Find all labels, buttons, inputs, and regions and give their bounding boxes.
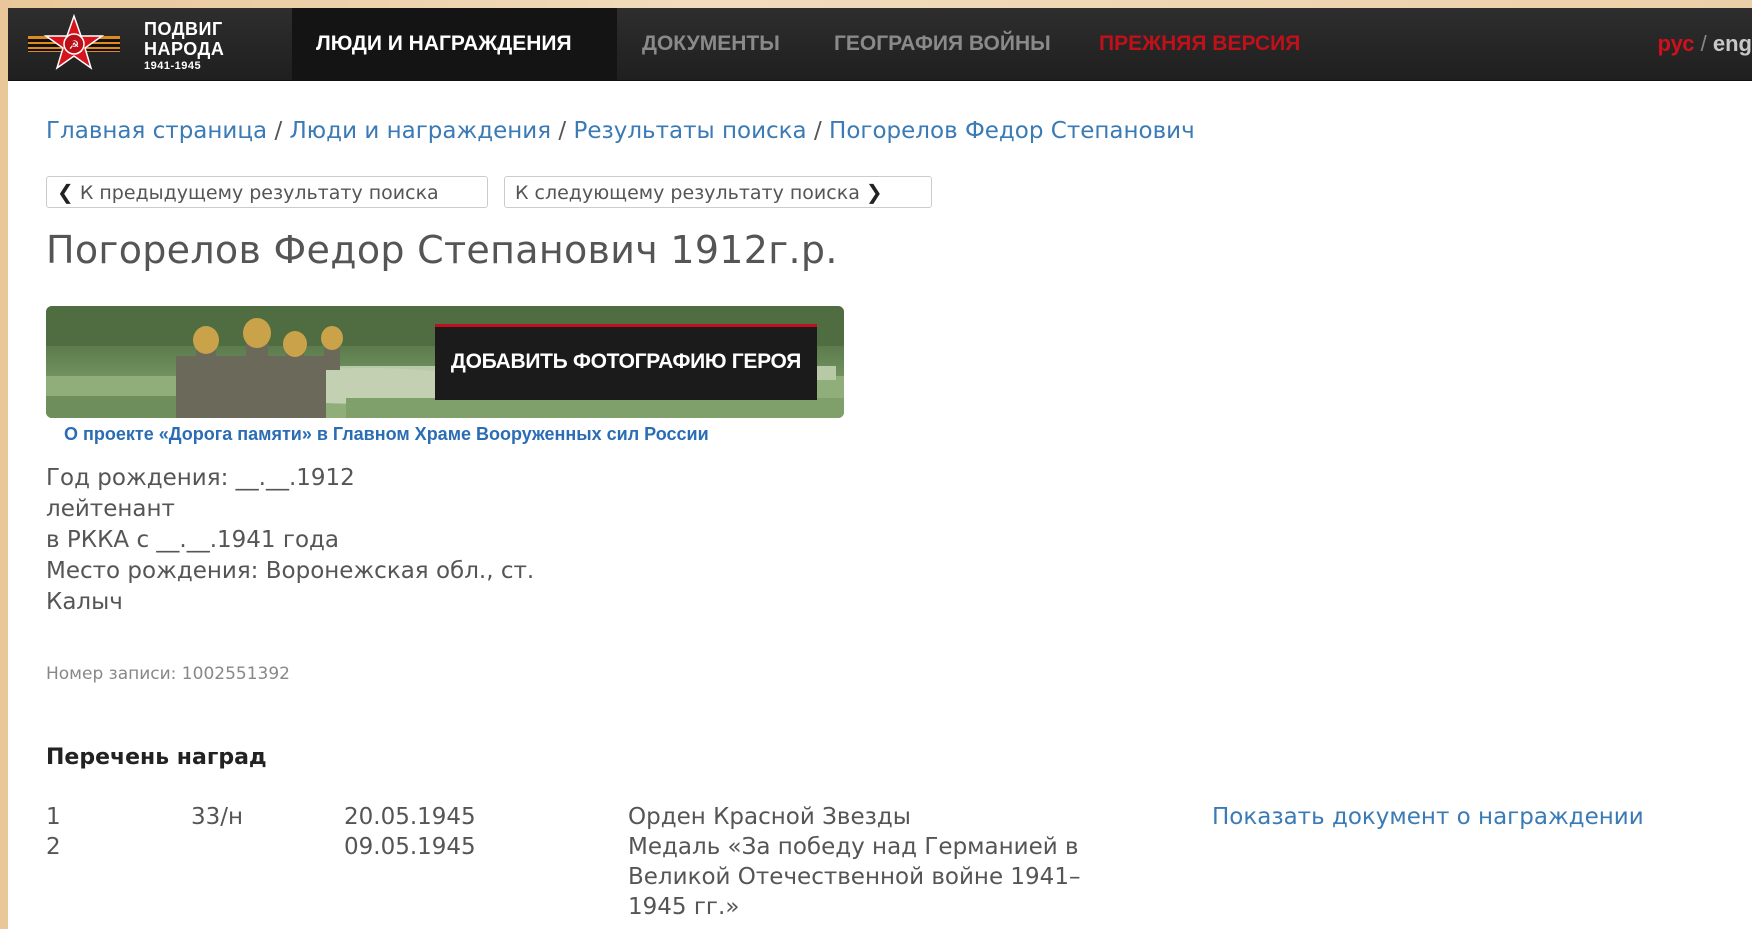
- nav-documents[interactable]: ДОКУМЕНТЫ: [642, 8, 780, 80]
- breadcrumb-results[interactable]: Результаты поиска: [573, 118, 806, 144]
- rkka-since: в РККА с __.__.1941 года: [46, 527, 340, 553]
- breadcrumb-people[interactable]: Люди и награждения: [290, 118, 552, 144]
- next-result-button[interactable]: К следующему результату поиска ❯: [504, 176, 932, 208]
- award-document-id: 33/н: [191, 804, 244, 830]
- breadcrumb-separator: /: [267, 118, 290, 144]
- breadcrumb-current[interactable]: Погорелов Федор Степанович: [829, 118, 1195, 144]
- record-number: Номер записи: 1002551392: [46, 664, 290, 684]
- award-number: 1: [46, 804, 61, 830]
- page-frame: ☭ ПОДВИГ НАРОДА 1941-1945 ЛЮДИ И НАГРАЖД…: [8, 8, 1752, 929]
- award-date: 09.05.1945: [344, 834, 476, 860]
- language-switcher: рус / eng: [1657, 8, 1752, 80]
- birth-year: Год рождения: __.__.1912: [46, 465, 355, 491]
- birth-place-line-2: Калыч: [46, 589, 123, 615]
- rank: лейтенант: [46, 496, 175, 522]
- awards-heading: Перечень наград: [46, 745, 267, 770]
- chevron-left-icon: ❮: [57, 180, 74, 204]
- person-info: Год рождения: __.__.1912 лейтенант в РКК…: [46, 463, 534, 618]
- show-award-document-link[interactable]: Показать документ о награждении: [1212, 802, 1644, 832]
- road-of-memory-link[interactable]: О проекте «Дорога памяти» в Главном Храм…: [64, 424, 709, 445]
- breadcrumb-home[interactable]: Главная страница: [46, 118, 267, 144]
- next-result-label: К следующему результату поиска: [515, 182, 860, 204]
- lang-en-link[interactable]: eng: [1713, 31, 1752, 56]
- logo-line-2: НАРОДА: [144, 39, 225, 59]
- add-photo-button[interactable]: ДОБАВИТЬ ФОТОГРАФИЮ ГЕРОЯ: [435, 324, 817, 400]
- breadcrumb-separator: /: [551, 118, 574, 144]
- person-title: Погорелов Федор Степанович 1912г.р.: [46, 228, 838, 272]
- top-navbar: ☭ ПОДВИГ НАРОДА 1941-1945 ЛЮДИ И НАГРАЖД…: [8, 8, 1752, 81]
- chevron-right-icon: ❯: [865, 180, 883, 204]
- prev-result-button[interactable]: ❮ К предыдущему результату поиска: [46, 176, 488, 208]
- star-ribbon-emblem-icon: ☭: [28, 14, 120, 70]
- award-name: Медаль «За победу над Германией в Велико…: [628, 834, 1081, 920]
- prev-result-label: К предыдущему результату поиска: [79, 182, 439, 204]
- birth-place-line-1: Место рождения: Воронежская обл., ст.: [46, 558, 535, 584]
- site-logo[interactable]: ☭ ПОДВИГ НАРОДА 1941-1945: [22, 12, 254, 76]
- add-photo-banner[interactable]: ДОБАВИТЬ ФОТОГРАФИЮ ГЕРОЯ: [46, 306, 844, 418]
- award-name: Орден Красной Звезды: [628, 804, 911, 830]
- nav-previous-version[interactable]: ПРЕЖНЯЯ ВЕРСИЯ: [1099, 8, 1300, 80]
- award-date: 20.05.1945: [344, 804, 476, 830]
- breadcrumb: Главная страница / Люди и награждения / …: [46, 118, 1195, 144]
- nav-war-geography[interactable]: ГЕОГРАФИЯ ВОЙНЫ: [834, 8, 1051, 80]
- breadcrumb-separator: /: [806, 118, 830, 144]
- lang-ru-link[interactable]: рус: [1657, 31, 1694, 56]
- lang-separator: /: [1694, 31, 1713, 56]
- svg-text:☭: ☭: [69, 38, 80, 52]
- award-number: 2: [46, 834, 61, 860]
- logo-text: ПОДВИГ НАРОДА 1941-1945: [144, 20, 224, 72]
- logo-line-1: ПОДВИГ: [144, 19, 223, 39]
- logo-years: 1941-1945: [144, 60, 202, 72]
- nav-people-awards[interactable]: ЛЮДИ И НАГРАЖДЕНИЯ: [316, 8, 572, 80]
